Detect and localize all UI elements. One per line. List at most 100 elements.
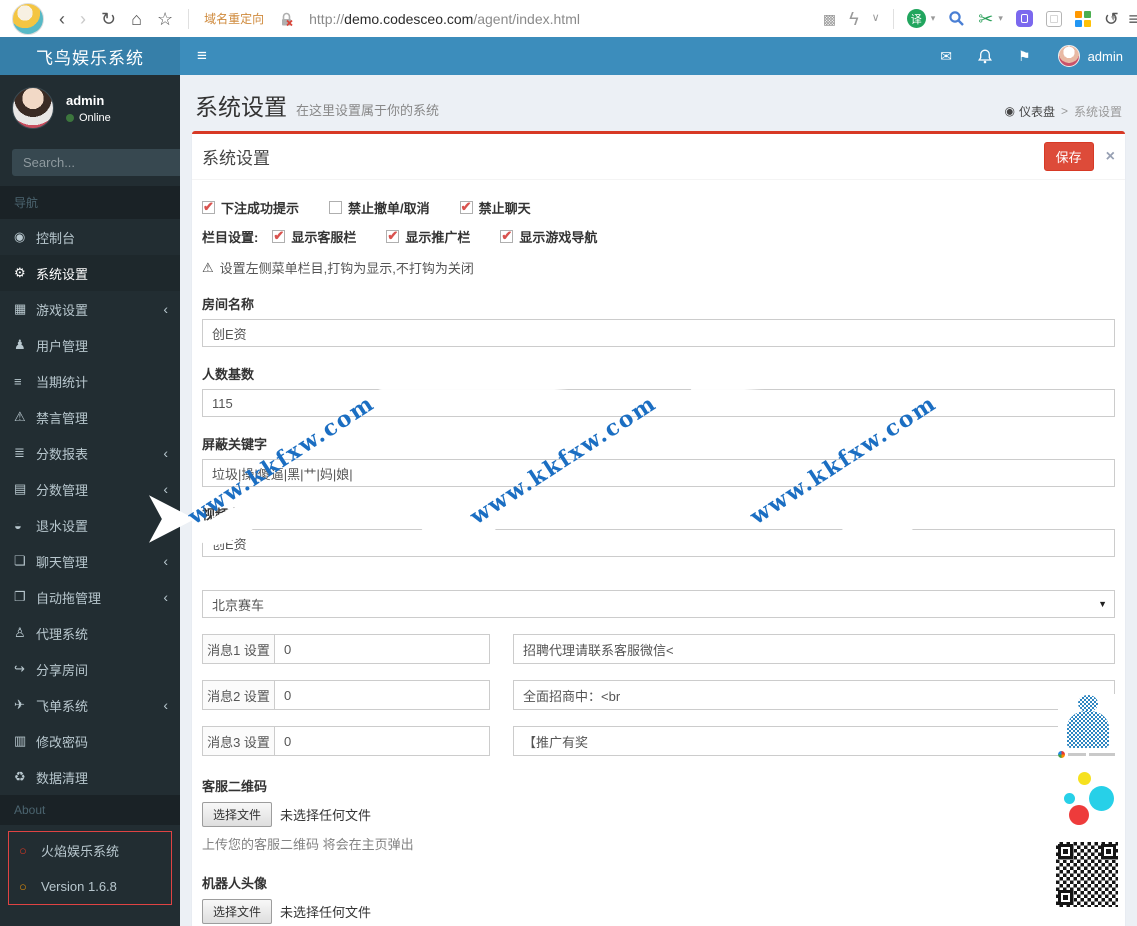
translate-icon[interactable]: 译 <box>906 9 926 28</box>
breadcrumb-home[interactable]: ◉ 仪表盘 <box>1004 103 1055 120</box>
sidebar-item-current-stats[interactable]: ≡ 当期统计 <box>0 363 180 399</box>
purple-app-icon[interactable] <box>1015 10 1033 27</box>
circle-icon: ○ <box>19 878 27 894</box>
message2-text-input[interactable] <box>513 680 1115 710</box>
upload-label-robot-avatar: 机器人头像 <box>202 876 268 891</box>
sidebar-item-mute-management[interactable]: ⚠ 禁言管理 <box>0 399 180 435</box>
checkbox-icon[interactable] <box>202 199 215 215</box>
people-base-input[interactable] <box>202 389 1115 417</box>
save-button[interactable]: 保存 <box>1043 142 1094 171</box>
toggle-bet-success-tip[interactable]: 下注成功提示 <box>202 198 299 217</box>
toggle-forbid-cancel[interactable]: 禁止撤单/取消 <box>329 198 430 217</box>
checkbox-icon[interactable] <box>386 228 400 244</box>
star-icon[interactable]: ☆ <box>157 10 173 28</box>
bell-icon[interactable] <box>965 37 1005 75</box>
sidebar-item-score-report[interactable]: ≣ 分数报表 ‹ <box>0 435 180 471</box>
home-icon[interactable]: ⌂ <box>131 10 142 28</box>
breadcrumb-separator: > <box>1060 104 1068 118</box>
message-row-1: 消息1 设置 <box>202 634 1115 664</box>
breadcrumb: ◉ 仪表盘 > 系统设置 <box>1004 103 1122 120</box>
chevron-down-icon[interactable]: ∨ <box>872 13 880 24</box>
forward-icon[interactable]: › <box>80 10 86 28</box>
caret-icon: ▾ <box>930 13 936 23</box>
close-icon[interactable]: × <box>1106 148 1115 166</box>
sidebar-item-agent-system[interactable]: ♙ 代理系统 <box>0 615 180 651</box>
game-select[interactable]: 北京赛车 ▼ <box>202 590 1115 618</box>
sidebar-item-user-management[interactable]: ♟ 用户管理 <box>0 327 180 363</box>
lightning-icon[interactable]: ϟ <box>849 10 859 28</box>
choose-file-button[interactable]: 选择文件 <box>202 899 273 924</box>
sidebar-item-game-settings[interactable]: ▦ 游戏设置 ‹ <box>0 291 180 327</box>
flag-icon[interactable]: ⚑ <box>1005 37 1044 75</box>
back-icon[interactable]: ‹ <box>59 10 65 28</box>
toggle-show-game-nav[interactable]: 显示游戏导航 <box>500 227 597 246</box>
brand-logo[interactable]: 飞鸟娱乐系统 <box>0 37 180 75</box>
select-arrow-icon: ▼ <box>1098 599 1107 609</box>
robot-avatar-image <box>1058 767 1118 831</box>
about-item-system-name[interactable]: ○ 火焰娱乐系统 <box>9 832 171 868</box>
checkbox-icon[interactable] <box>500 228 514 244</box>
upload-label-service-qr: 客服二维码 <box>202 779 268 794</box>
address-bar[interactable]: http://demo.codesceo.com/agent/index.htm… <box>309 11 580 27</box>
blocked-keywords-input[interactable] <box>202 459 1115 487</box>
message1-number-input[interactable] <box>275 635 489 663</box>
choose-file-button[interactable]: 选择文件 <box>202 802 273 827</box>
field-label-room-name: 房间名称 <box>202 297 255 312</box>
toggle-show-service-bar[interactable]: 显示客服栏 <box>272 227 356 246</box>
toggle-forbid-chat[interactable]: 禁止聊天 <box>459 198 531 217</box>
qr-grid-icon[interactable]: ▩ <box>823 12 836 26</box>
message-row-2: 消息2 设置 <box>202 680 1115 710</box>
refresh-icon[interactable]: ↻ <box>101 10 116 28</box>
search-icon[interactable] <box>948 10 965 27</box>
avatar[interactable] <box>12 87 54 129</box>
toggle-show-promo-bar[interactable]: 显示推广栏 <box>386 227 470 246</box>
broken-lock-icon[interactable] <box>279 11 294 27</box>
breadcrumb-current: 系统设置 <box>1073 104 1122 119</box>
online-status-label: Online <box>79 111 111 124</box>
sidebar-item-dashboard[interactable]: ◉ 控制台 <box>0 219 180 255</box>
sidebar-item-system-settings[interactable]: ⚙ 系统设置 <box>0 255 180 291</box>
sidebar-item-score-management[interactable]: ▤ 分数管理 ‹ <box>0 471 180 507</box>
browser-profile-avatar[interactable] <box>12 2 44 35</box>
app-header: 飞鸟娱乐系统 ≡ ✉ ⚑ admin <box>0 37 1137 75</box>
video-text-input[interactable] <box>202 529 1115 557</box>
sidebar-item-share-room[interactable]: ↪ 分享房间 <box>0 651 180 687</box>
checkbox-icon[interactable] <box>459 199 473 215</box>
apps-grid-icon[interactable] <box>1074 10 1091 27</box>
message3-label: 消息3 设置 <box>203 727 275 755</box>
user-menu[interactable]: admin <box>1044 45 1137 67</box>
redirect-label[interactable]: 域名重定向 <box>204 10 264 27</box>
checkbox-icon[interactable] <box>329 201 343 214</box>
about-item-version[interactable]: ○ Version 1.6.8 <box>9 868 171 904</box>
caret-icon: ▾ <box>1110 13 1116 23</box>
upload-helper: 上传您的客服二维码 将会在主页弹出 <box>202 837 414 852</box>
sidebar-item-change-password[interactable]: ▥ 修改密码 <box>0 723 180 759</box>
capture-icon[interactable] <box>1045 10 1062 27</box>
sidebar-item-auto-bot-management[interactable]: ❐ 自动拖管理 ‹ <box>0 579 180 615</box>
checkbox-icon[interactable] <box>272 228 286 244</box>
online-status-dot <box>66 113 74 122</box>
room-name-input[interactable] <box>202 319 1115 347</box>
sidebar-item-fly-order-system[interactable]: ✈ 飞单系统 ‹ <box>0 687 180 723</box>
navbar: ≡ ✉ ⚑ admin <box>180 37 1137 75</box>
message3-number-input[interactable] <box>275 727 489 755</box>
sidebar-toggle-icon[interactable]: ≡ <box>180 37 224 75</box>
message3-text-input[interactable] <box>513 726 1115 756</box>
field-label-blocked-keywords: 屏蔽关键字 <box>202 437 268 452</box>
scissors-icon[interactable]: ✂ <box>978 10 993 28</box>
list-icon: ≡ <box>14 373 22 389</box>
main-content: 系统设置 在这里设置属于你的系统 ◉仪表盘 > 系统设置 系统设置 保存 × <box>180 75 1137 926</box>
mail-icon[interactable]: ✉ <box>927 37 965 75</box>
sidebar-item-data-cleanup[interactable]: ♻ 数据清理 <box>0 759 180 795</box>
search-input[interactable] <box>12 149 180 176</box>
message1-label: 消息1 设置 <box>203 635 275 663</box>
sidebar: admin Online 导航 ◉控制台 ⚙系统设置 ▦游戏设置‹ ♟用户管理 … <box>0 75 180 926</box>
paper-plane-icon: ✈ <box>14 697 25 712</box>
sidebar-item-chat-management[interactable]: ❏ 聊天管理 ‹ <box>0 543 180 579</box>
message1-text-input[interactable] <box>513 634 1115 664</box>
circle-icon: ○ <box>19 842 27 858</box>
page-subtitle: 在这里设置属于你的系统 <box>296 103 440 118</box>
browser-menu-icon[interactable]: ≡ <box>1128 10 1137 28</box>
sidebar-item-rebate-settings[interactable]: ◒ 退水设置 <box>0 507 180 543</box>
message2-number-input[interactable] <box>275 681 489 709</box>
